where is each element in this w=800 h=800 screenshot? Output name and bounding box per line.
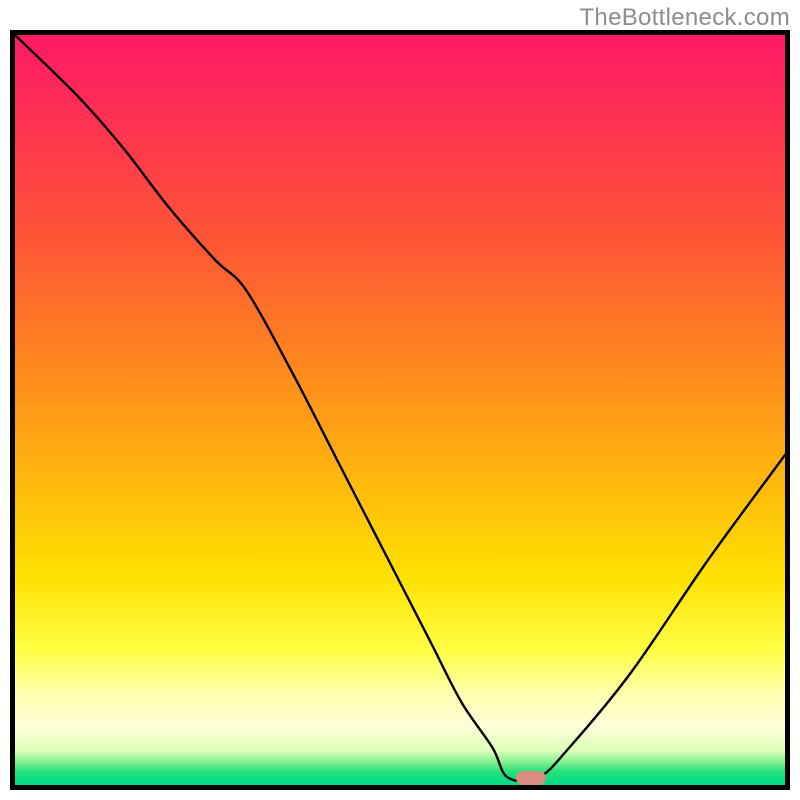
bottleneck-curve	[15, 35, 785, 785]
watermark-text: TheBottleneck.com	[579, 4, 790, 32]
marker-pill	[516, 771, 546, 785]
chart-frame	[10, 30, 790, 790]
plot-area	[10, 30, 790, 790]
